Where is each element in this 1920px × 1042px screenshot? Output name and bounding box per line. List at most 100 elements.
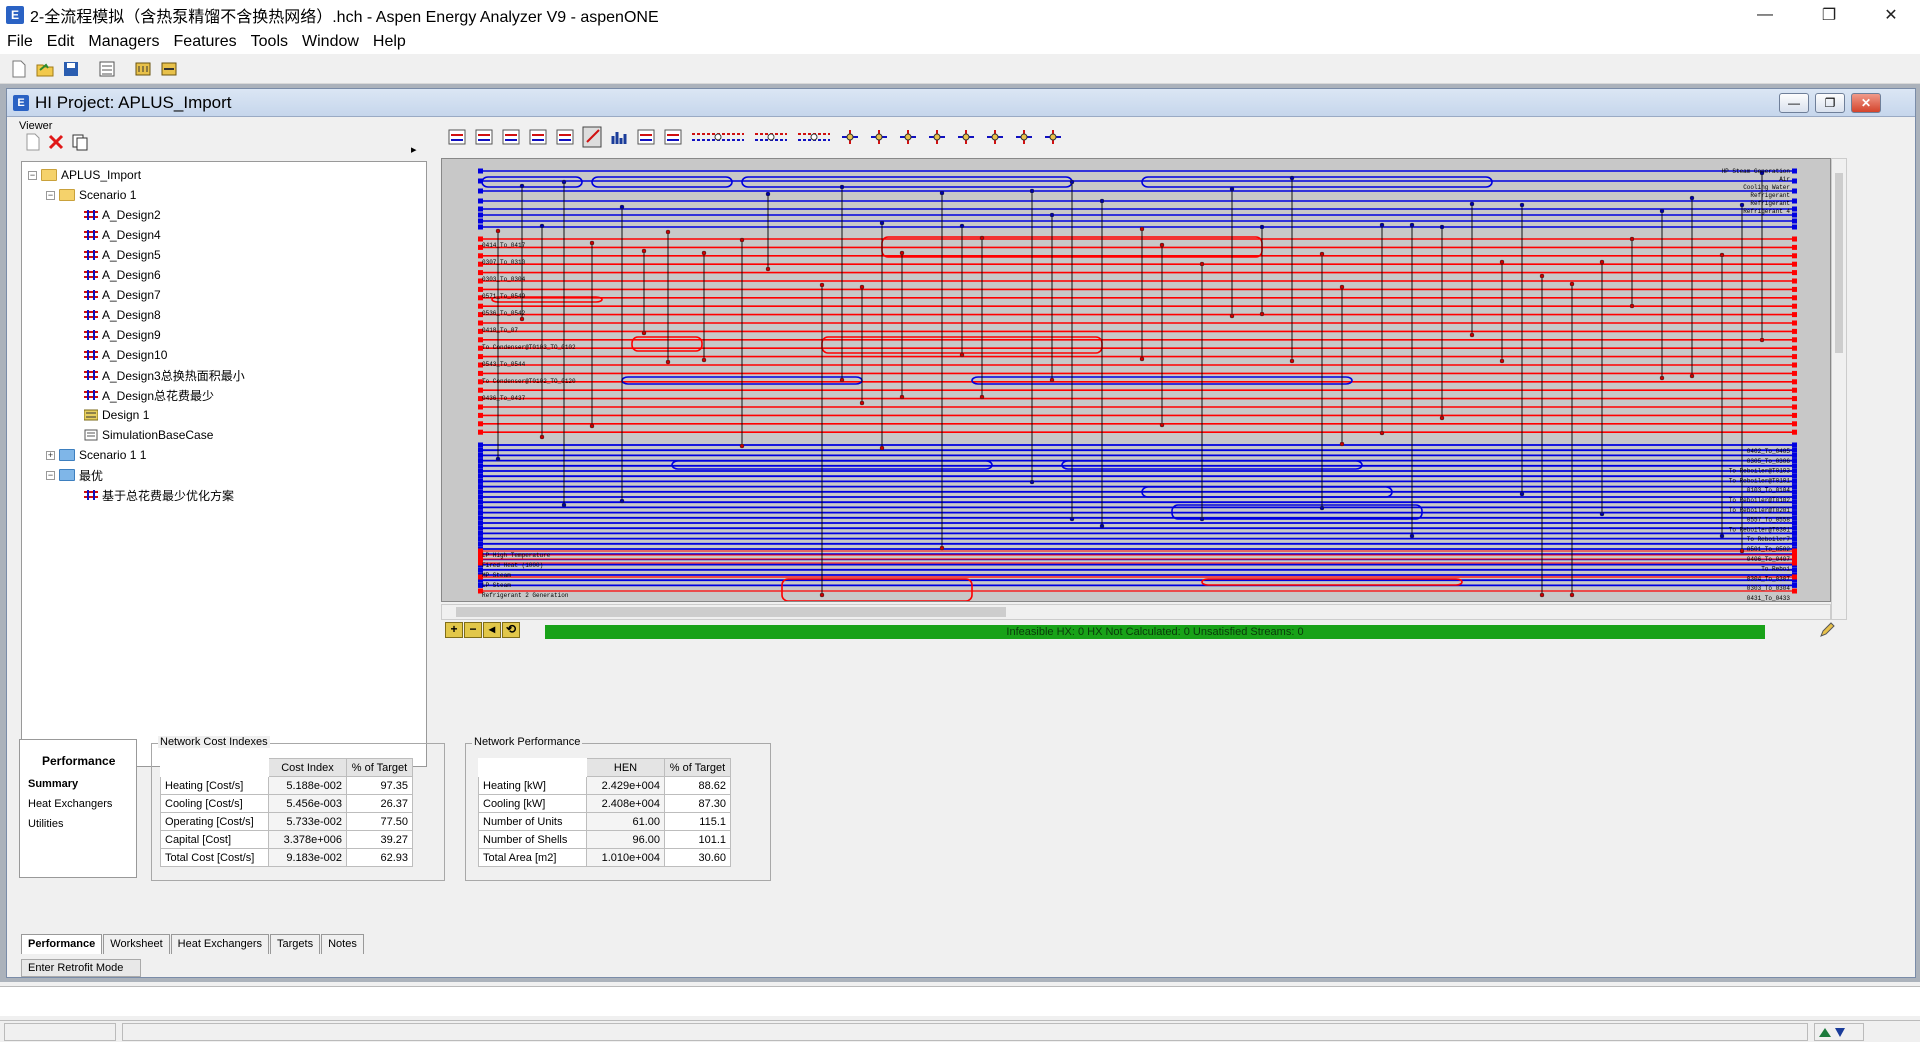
menu-features[interactable]: Features bbox=[167, 29, 244, 54]
tree-node-scenario11[interactable]: + Scenario 1 1 bbox=[46, 446, 146, 464]
new-file-button[interactable] bbox=[8, 58, 30, 80]
tree-node-design[interactable]: A_Design5 bbox=[84, 246, 161, 264]
retrofit-mode-button[interactable]: Enter Retrofit Mode bbox=[21, 959, 141, 977]
grid-tool-button[interactable] bbox=[751, 125, 791, 149]
table-row: Cooling [Cost/s] 5.456e-003 26.37 bbox=[160, 794, 413, 813]
tree-node-best-child[interactable]: 基于总花费最少优化方案 bbox=[84, 486, 234, 504]
tree-node-design[interactable]: A_Design6 bbox=[84, 266, 161, 284]
zoom-fit-button[interactable]: ◂ bbox=[483, 622, 501, 638]
stream-start-marker bbox=[478, 370, 483, 376]
grid-tool-button[interactable] bbox=[553, 125, 577, 149]
maximize-button[interactable]: ❐ bbox=[1806, 0, 1852, 29]
zoom-out-button[interactable]: − bbox=[464, 622, 482, 638]
zoom-in-button[interactable]: + bbox=[445, 622, 463, 638]
grid-tool-button[interactable] bbox=[526, 125, 550, 149]
tree-node-design1[interactable]: Design 1 bbox=[83, 406, 149, 424]
grid-tool-button[interactable] bbox=[953, 125, 979, 149]
grid-tool-button[interactable] bbox=[1040, 125, 1066, 149]
tree-node-design[interactable]: A_Design10 bbox=[84, 346, 167, 364]
tree-node-design[interactable]: A_Design4 bbox=[84, 226, 161, 244]
minimize-button[interactable]: — bbox=[1742, 0, 1788, 29]
grid-diagram-canvas[interactable]: 0414_To_0417 0307_To_0310 0303_To_0304 0571… bbox=[441, 158, 1831, 602]
grid-tool-button[interactable] bbox=[866, 125, 892, 149]
tree-node-design[interactable]: A_Design2 bbox=[84, 206, 161, 224]
tree-node-best[interactable]: − 最优 bbox=[46, 466, 103, 484]
nav-summary[interactable]: Summary bbox=[28, 778, 78, 790]
collapse-icon[interactable]: − bbox=[46, 190, 55, 200]
stream-end-marker bbox=[1792, 494, 1797, 500]
viewer-new-button[interactable] bbox=[25, 133, 41, 154]
grid-tool-button[interactable] bbox=[837, 125, 863, 149]
stream-end-marker bbox=[1792, 515, 1797, 521]
open-file-button[interactable] bbox=[34, 58, 56, 80]
tree-node-design[interactable]: A_Design7 bbox=[84, 286, 161, 304]
tab-performance[interactable]: Performance bbox=[21, 934, 103, 954]
command-line[interactable] bbox=[0, 986, 1920, 1016]
child-minimize-button[interactable]: — bbox=[1779, 93, 1809, 113]
nav-utilities[interactable]: Utilities bbox=[28, 818, 63, 830]
grid-tool-button[interactable] bbox=[445, 125, 469, 149]
stream-start-marker bbox=[478, 224, 483, 230]
menu-file[interactable]: File bbox=[0, 29, 40, 54]
design-grid-icon bbox=[83, 409, 99, 421]
stream-end-marker bbox=[1792, 270, 1797, 276]
stream-start-marker bbox=[478, 458, 483, 464]
viewer-expand-arrow[interactable]: ▸ bbox=[411, 143, 417, 156]
horizontal-scroll-thumb[interactable] bbox=[456, 607, 1006, 617]
table-cell: 1.010e+004 bbox=[586, 848, 665, 867]
tree-node-root[interactable]: − APLUS_Import bbox=[28, 166, 141, 184]
grid-tool-button[interactable] bbox=[794, 125, 834, 149]
tree-node-scenario1[interactable]: − Scenario 1 bbox=[46, 186, 136, 204]
grid-tool-button[interactable] bbox=[634, 125, 658, 149]
grid-tool-button[interactable] bbox=[499, 125, 523, 149]
workbook-button[interactable] bbox=[96, 58, 118, 80]
horizontal-scrollbar[interactable] bbox=[441, 604, 1831, 620]
child-close-button[interactable]: ✕ bbox=[1851, 93, 1881, 113]
status-line bbox=[0, 1020, 1920, 1042]
tab-targets[interactable]: Targets bbox=[270, 934, 321, 954]
collapse-icon[interactable]: − bbox=[28, 170, 37, 180]
tree-node-simbase[interactable]: SimulationBaseCase bbox=[84, 426, 213, 444]
tree-node-design[interactable]: A_Design9 bbox=[84, 326, 161, 344]
tree-node-design[interactable]: A_Design3总换热面积最小 bbox=[84, 366, 245, 384]
zoom-reset-button[interactable]: ⟲ bbox=[502, 622, 520, 638]
grid-tool-button[interactable] bbox=[580, 125, 604, 149]
tab-notes[interactable]: Notes bbox=[321, 934, 364, 954]
grid-tool-button[interactable] bbox=[982, 125, 1008, 149]
tab-worksheet[interactable]: Worksheet bbox=[103, 934, 170, 954]
grid-tool-button[interactable] bbox=[895, 125, 921, 149]
stream-label-right: To Reboiler@T0102 bbox=[1729, 497, 1791, 504]
nav-heat-exchangers[interactable]: Heat Exchangers bbox=[28, 798, 112, 810]
viewer-delete-button[interactable] bbox=[47, 133, 65, 154]
menu-window[interactable]: Window bbox=[295, 29, 366, 54]
grid-tool-button[interactable] bbox=[661, 125, 685, 149]
grid-tool-button[interactable] bbox=[688, 125, 748, 149]
exchanger-node bbox=[1499, 358, 1505, 364]
grid-tool-button[interactable] bbox=[607, 125, 631, 149]
grid-tool-button[interactable] bbox=[472, 125, 496, 149]
network-performance-title: Network Performance bbox=[472, 736, 583, 748]
grid-tool-button[interactable] bbox=[1011, 125, 1037, 149]
vertical-scrollbar[interactable] bbox=[1831, 158, 1847, 620]
tree-node-design[interactable]: A_Design总花费最少 bbox=[84, 386, 214, 404]
close-button[interactable]: ✕ bbox=[1868, 0, 1914, 29]
heat-exchanger-manager-button[interactable] bbox=[132, 58, 154, 80]
tab-heat-exchangers[interactable]: Heat Exchangers bbox=[170, 934, 270, 954]
child-maximize-button[interactable]: ❐ bbox=[1815, 93, 1845, 113]
menu-edit[interactable]: Edit bbox=[40, 29, 82, 54]
exchanger-node bbox=[1659, 375, 1665, 381]
utility-manager-button[interactable] bbox=[158, 58, 180, 80]
tree-node-design[interactable]: A_Design8 bbox=[84, 306, 161, 324]
menu-managers[interactable]: Managers bbox=[81, 29, 166, 54]
pencil-icon[interactable] bbox=[1819, 622, 1835, 641]
collapse-icon[interactable]: − bbox=[46, 470, 55, 480]
viewer-copy-button[interactable] bbox=[71, 133, 89, 154]
menu-help[interactable]: Help bbox=[366, 29, 413, 54]
stream-split-loop bbox=[481, 176, 583, 188]
grid-diagram[interactable]: 0414_To_0417 0307_To_0310 0303_To_0304 0571… bbox=[442, 159, 1831, 602]
vertical-scroll-thumb[interactable] bbox=[1835, 173, 1843, 353]
menu-tools[interactable]: Tools bbox=[244, 29, 295, 54]
expand-icon[interactable]: + bbox=[46, 450, 55, 460]
save-button[interactable] bbox=[60, 58, 82, 80]
grid-tool-button[interactable] bbox=[924, 125, 950, 149]
